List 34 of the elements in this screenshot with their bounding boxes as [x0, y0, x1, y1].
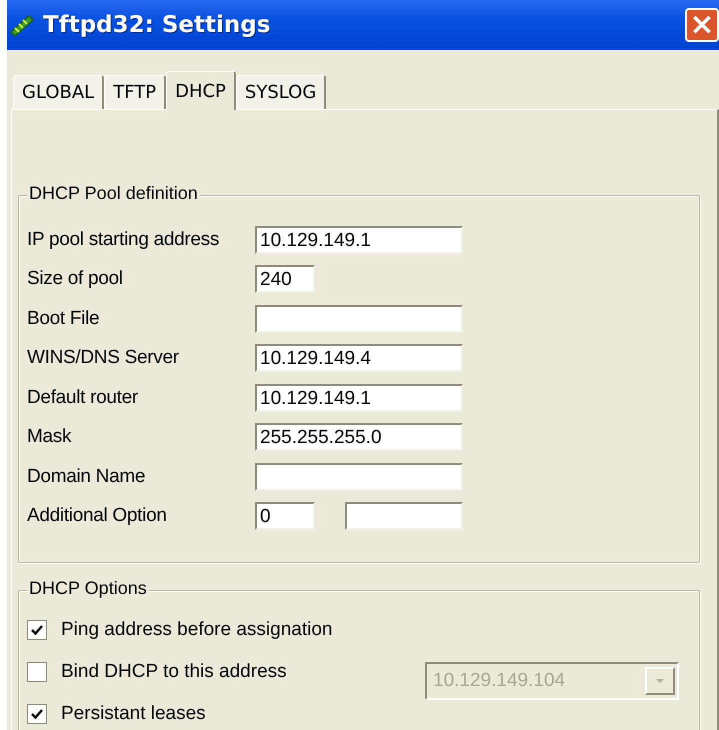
check-icon: [30, 707, 44, 721]
field-label: Domain Name: [27, 466, 146, 488]
tab[interactable]: TFTP: [104, 75, 166, 109]
input-field[interactable]: [255, 304, 463, 333]
input-field[interactable]: [255, 462, 463, 491]
app-icon: [9, 12, 35, 38]
checkbox-label: Bind DHCP to this address: [61, 661, 288, 683]
group-title: DHCP Options: [27, 578, 149, 599]
tab[interactable]: DHCP: [166, 71, 236, 110]
checkbox-label: Ping address before assignation: [61, 619, 334, 641]
checkbox[interactable]: [27, 662, 47, 682]
input-field[interactable]: 255.255.255.0: [255, 423, 463, 452]
tab[interactable]: GLOBAL: [13, 75, 104, 109]
field-label: Size of pool: [27, 268, 124, 290]
caret-icon: [645, 667, 675, 695]
field-label: Default router: [27, 386, 139, 409]
checkbox-label: Persistant leases: [61, 703, 207, 725]
input-field[interactable]: 0: [255, 502, 315, 530]
window-title: Tftpd32: Settings: [43, 12, 272, 38]
checkbox[interactable]: [27, 620, 47, 640]
field-label: Additional Option: [27, 505, 168, 528]
input-field[interactable]: 10.129.149.1: [255, 384, 463, 412]
input-field[interactable]: 10.129.149.1: [255, 226, 463, 254]
close-button[interactable]: ×: [685, 8, 719, 42]
tab[interactable]: SYSLOG: [236, 75, 326, 109]
input-field[interactable]: [345, 502, 463, 530]
field-label: Mask: [27, 426, 72, 448]
input-field[interactable]: 240: [255, 265, 315, 294]
field-label: IP pool starting address: [27, 228, 220, 251]
field-label: WINS/DNS Server: [27, 347, 180, 370]
input-field[interactable]: 10.129.149.4: [255, 344, 463, 372]
checkbox[interactable]: [27, 704, 47, 724]
field-label: Boot File: [27, 308, 100, 330]
check-icon: [30, 623, 44, 637]
